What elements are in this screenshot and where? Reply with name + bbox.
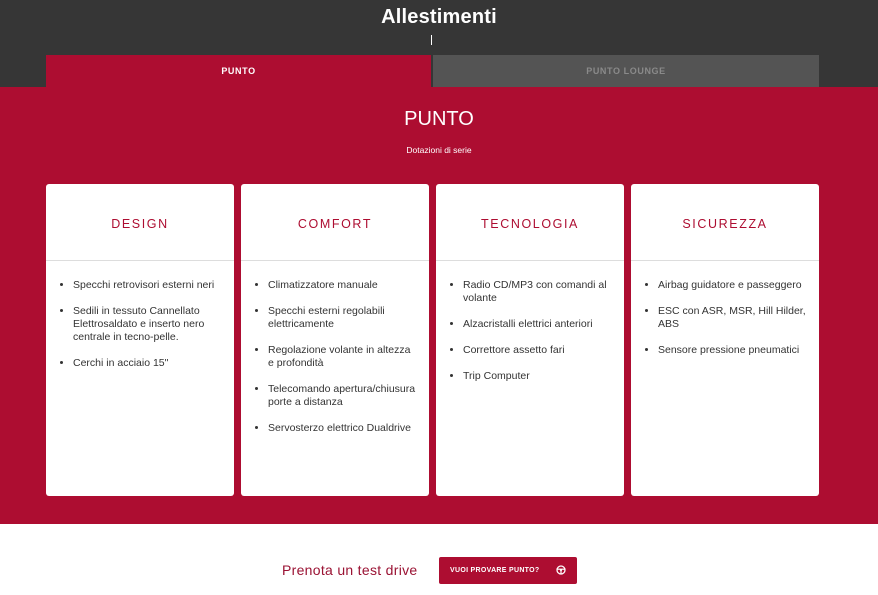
section-title: PUNTO	[404, 108, 474, 130]
test-drive-button-label: VUOI PROVARE PUNTO?	[450, 567, 540, 574]
test-drive-text: Prenota un test drive	[282, 562, 418, 578]
list-item: Airbag guidatore e passeggero	[658, 279, 807, 292]
list-item: Servosterzo elettrico Dualdrive	[268, 422, 417, 435]
card-title: TECNOLOGIA	[436, 184, 624, 261]
list-item: Telecomando apertura/chiusura porte a di…	[268, 383, 417, 409]
page-title: Allestimenti	[381, 6, 497, 28]
test-drive-button[interactable]: VUOI PROVARE PUNTO?	[439, 557, 577, 584]
card-title: DESIGN	[46, 184, 234, 261]
feature-list: Climatizzatore manuale Specchi esterni r…	[241, 279, 429, 435]
card-sicurezza: SICUREZZA Airbag guidatore e passeggero …	[631, 184, 819, 496]
card-tecnologia: TECNOLOGIA Radio CD/MP3 con comandi al v…	[436, 184, 624, 496]
feature-list: Specchi retrovisori esterni neri Sedili …	[46, 279, 234, 370]
list-item: Alzacristalli elettrici anteriori	[463, 318, 612, 331]
list-item: Correttore assetto fari	[463, 344, 612, 357]
text-cursor-mark	[431, 35, 432, 45]
list-item: Sensore pressione pneumatici	[658, 344, 807, 357]
card-design: DESIGN Specchi retrovisori esterni neri …	[46, 184, 234, 496]
tab-punto-lounge[interactable]: PUNTO LOUNGE	[433, 55, 819, 87]
feature-list: Airbag guidatore e passeggero ESC con AS…	[631, 279, 819, 357]
steering-wheel-icon	[556, 565, 566, 575]
list-item: Regolazione volante in altezza e profond…	[268, 344, 417, 370]
card-title: COMFORT	[241, 184, 429, 261]
tab-punto[interactable]: PUNTO	[46, 55, 431, 87]
card-title: SICUREZZA	[631, 184, 819, 261]
list-item: Radio CD/MP3 con comandi al volante	[463, 279, 612, 305]
section-subtitle: Dotazioni di serie	[406, 145, 472, 155]
list-item: Specchi retrovisori esterni neri	[73, 279, 222, 292]
list-item: Trip Computer	[463, 370, 612, 383]
card-comfort: COMFORT Climatizzatore manuale Specchi e…	[241, 184, 429, 496]
feature-list: Radio CD/MP3 con comandi al volante Alza…	[436, 279, 624, 383]
list-item: Sedili in tessuto Cannellato Elettrosald…	[73, 305, 222, 344]
list-item: Cerchi in acciaio 15"	[73, 357, 222, 370]
list-item: ESC con ASR, MSR, Hill Hilder, ABS	[658, 305, 807, 331]
list-item: Climatizzatore manuale	[268, 279, 417, 292]
list-item: Specchi esterni regolabili elettricament…	[268, 305, 417, 331]
